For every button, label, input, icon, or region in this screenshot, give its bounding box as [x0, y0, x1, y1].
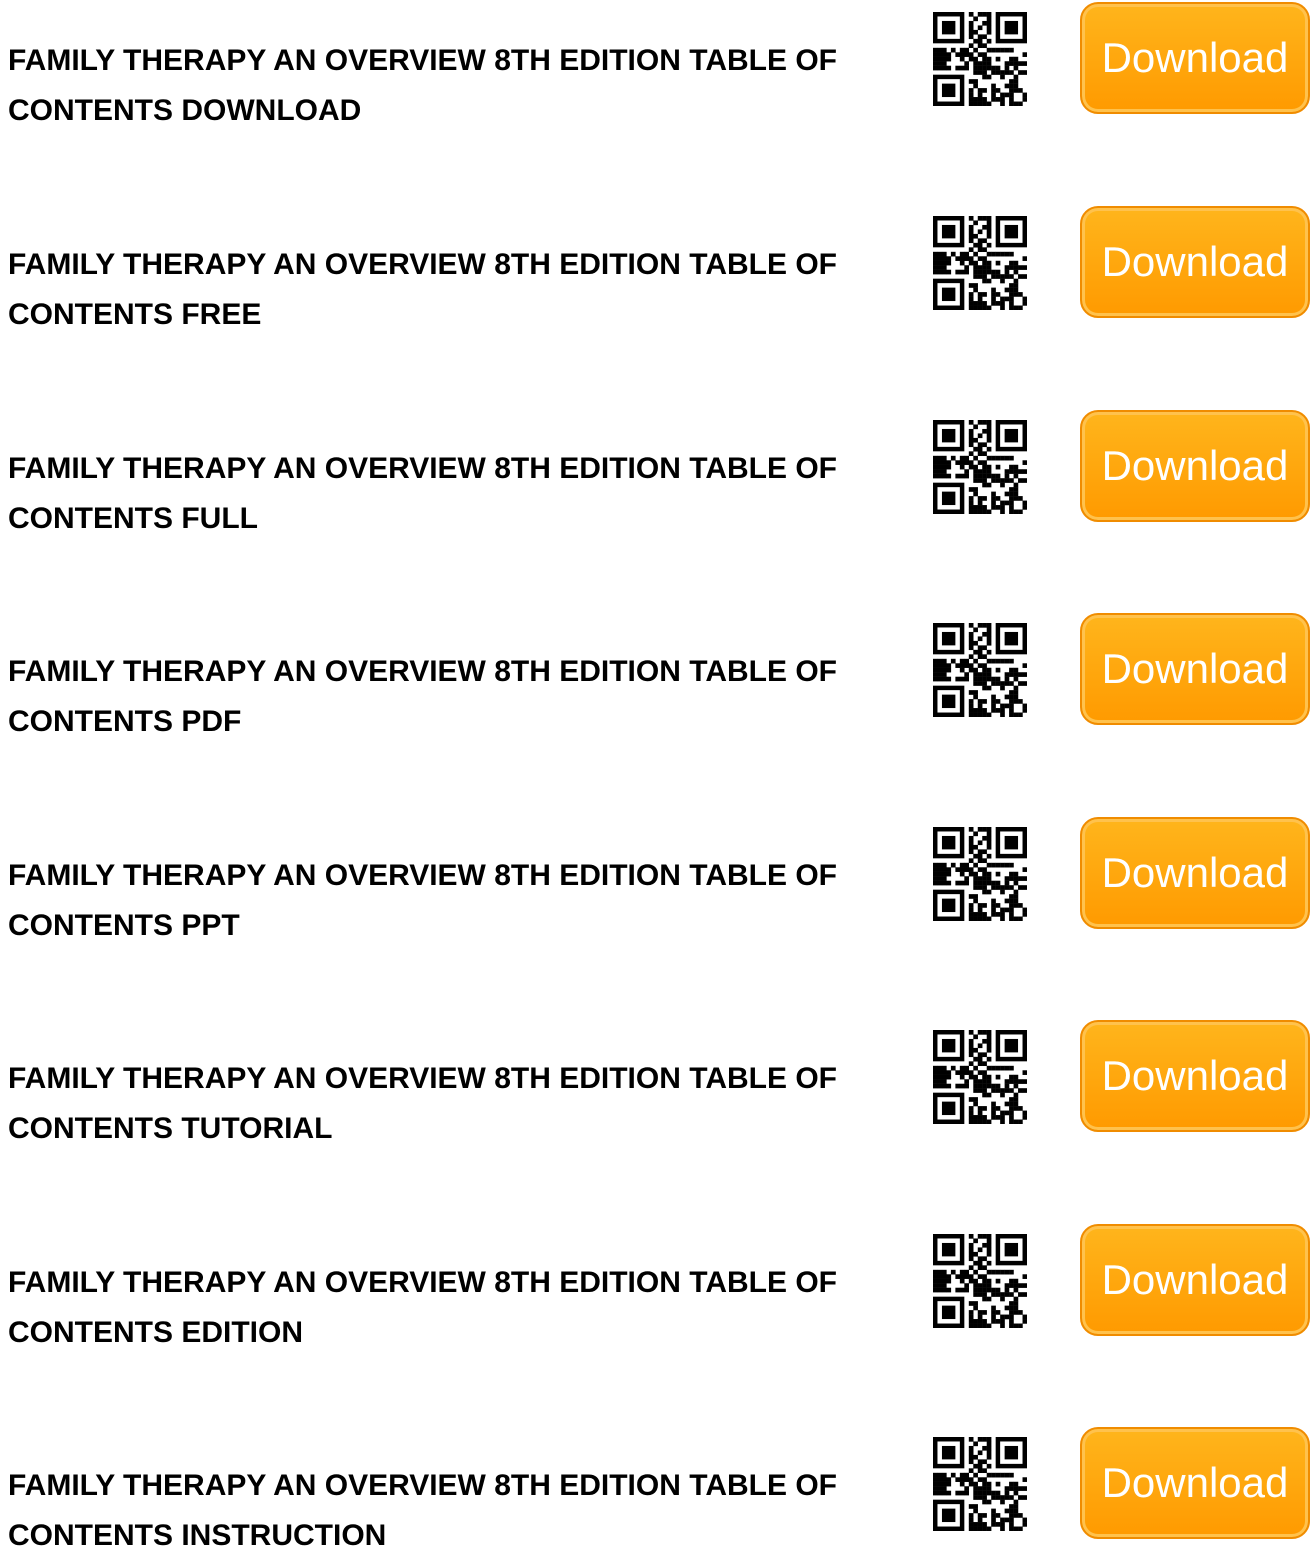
download-item: FAMILY THERAPY AN OVERVIEW 8TH EDITION T… [0, 1222, 1314, 1352]
download-item: FAMILY THERAPY AN OVERVIEW 8TH EDITION T… [0, 204, 1314, 334]
item-title: FAMILY THERAPY AN OVERVIEW 8TH EDITION T… [8, 1266, 837, 1349]
qr-code-icon [933, 1234, 1027, 1328]
download-button[interactable]: Download [1080, 817, 1310, 929]
item-title: FAMILY THERAPY AN OVERVIEW 8TH EDITION T… [8, 1469, 837, 1552]
download-button[interactable]: Download [1080, 613, 1310, 725]
item-title: FAMILY THERAPY AN OVERVIEW 8TH EDITION T… [8, 452, 837, 535]
item-title: FAMILY THERAPY AN OVERVIEW 8TH EDITION T… [8, 655, 837, 738]
download-button[interactable]: Download [1080, 1020, 1310, 1132]
qr-code-icon [933, 216, 1027, 310]
item-title: FAMILY THERAPY AN OVERVIEW 8TH EDITION T… [8, 859, 837, 942]
download-button[interactable]: Download [1080, 410, 1310, 522]
download-item: FAMILY THERAPY AN OVERVIEW 8TH EDITION T… [0, 408, 1314, 538]
download-button[interactable]: Download [1080, 2, 1310, 114]
item-title: FAMILY THERAPY AN OVERVIEW 8TH EDITION T… [8, 44, 837, 127]
download-item: FAMILY THERAPY AN OVERVIEW 8TH EDITION T… [0, 815, 1314, 945]
qr-code-icon [933, 827, 1027, 921]
download-button[interactable]: Download [1080, 1427, 1310, 1539]
download-item: FAMILY THERAPY AN OVERVIEW 8TH EDITION T… [0, 611, 1314, 741]
qr-code-icon [933, 1437, 1027, 1531]
download-button[interactable]: Download [1080, 206, 1310, 318]
qr-code-icon [933, 623, 1027, 717]
download-item: FAMILY THERAPY AN OVERVIEW 8TH EDITION T… [0, 0, 1314, 130]
qr-code-icon [933, 12, 1027, 106]
item-title: FAMILY THERAPY AN OVERVIEW 8TH EDITION T… [8, 1062, 837, 1145]
qr-code-icon [933, 420, 1027, 514]
qr-code-icon [933, 1030, 1027, 1124]
download-button[interactable]: Download [1080, 1224, 1310, 1336]
item-title: FAMILY THERAPY AN OVERVIEW 8TH EDITION T… [8, 248, 837, 331]
download-item: FAMILY THERAPY AN OVERVIEW 8TH EDITION T… [0, 1425, 1314, 1555]
download-item: FAMILY THERAPY AN OVERVIEW 8TH EDITION T… [0, 1018, 1314, 1148]
